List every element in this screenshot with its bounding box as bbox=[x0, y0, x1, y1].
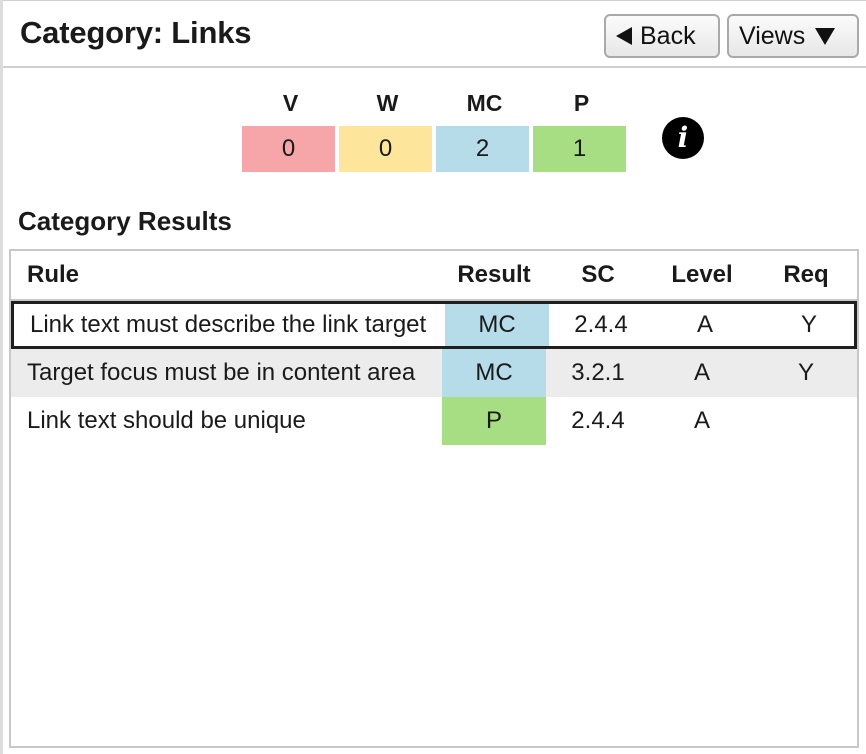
req-cell: Y bbox=[797, 359, 814, 386]
summary-count[interactable]: 0 bbox=[339, 126, 432, 172]
result-cell: P bbox=[442, 397, 546, 445]
result-cell: MC bbox=[445, 304, 549, 346]
column-header-req[interactable]: Req bbox=[754, 251, 858, 299]
sc-cell: 2.4.4 bbox=[571, 407, 625, 434]
summary-violations: V 0 bbox=[242, 86, 339, 176]
window-edge bbox=[0, 0, 3, 754]
summary-count[interactable]: 0 bbox=[242, 126, 335, 172]
column-header-level[interactable]: Level bbox=[650, 251, 754, 299]
views-button-label: Views bbox=[739, 21, 806, 50]
table-row[interactable]: Link text must describe the link target … bbox=[11, 301, 857, 349]
summary-count[interactable]: 2 bbox=[436, 126, 529, 172]
rule-cell: Link text must describe the link target bbox=[30, 311, 427, 338]
req-cell bbox=[754, 397, 858, 445]
level-cell: A bbox=[693, 359, 710, 386]
column-header-result[interactable]: Result bbox=[442, 251, 546, 299]
views-menu-button[interactable]: Views bbox=[727, 14, 859, 58]
results-table: Rule Result SC Level Req Link text must … bbox=[9, 249, 859, 748]
summary-passed: P 1 bbox=[533, 86, 630, 176]
rule-cell: Target focus must be in content area bbox=[27, 359, 416, 386]
table-row[interactable]: Link text should be unique P 2.4.4 A bbox=[11, 397, 857, 445]
triangle-left-icon bbox=[616, 27, 632, 45]
level-cell: A bbox=[693, 407, 710, 434]
panel-header: Category: Links Back Views bbox=[3, 0, 866, 68]
sc-cell: 3.2.1 bbox=[571, 359, 625, 386]
result-summary: V 0 W 0 MC 2 P 1 bbox=[242, 86, 630, 176]
triangle-down-icon bbox=[815, 27, 836, 45]
summary-count[interactable]: 1 bbox=[533, 126, 626, 172]
summary-label: W bbox=[376, 90, 399, 116]
back-button[interactable]: Back bbox=[604, 14, 720, 58]
table-row[interactable]: Target focus must be in content area MC … bbox=[11, 349, 857, 397]
section-title: Category Results bbox=[18, 206, 232, 236]
table-header: Rule Result SC Level Req bbox=[11, 251, 857, 301]
summary-label: V bbox=[282, 90, 299, 116]
summary-warnings: W 0 bbox=[339, 86, 436, 176]
page-title: Category: Links bbox=[20, 15, 252, 50]
sc-cell: 2.4.4 bbox=[574, 311, 628, 338]
level-cell: A bbox=[696, 311, 713, 338]
info-icon[interactable]: i bbox=[662, 117, 704, 159]
summary-manual-checks: MC 2 bbox=[436, 86, 533, 176]
back-button-label: Back bbox=[640, 21, 696, 50]
column-header-rule[interactable]: Rule bbox=[27, 251, 441, 299]
req-cell: Y bbox=[800, 311, 817, 338]
summary-label: P bbox=[573, 90, 590, 116]
rule-cell: Link text should be unique bbox=[27, 407, 306, 434]
result-cell: MC bbox=[442, 349, 546, 397]
summary-label: MC bbox=[466, 90, 503, 116]
column-header-sc[interactable]: SC bbox=[546, 251, 650, 299]
